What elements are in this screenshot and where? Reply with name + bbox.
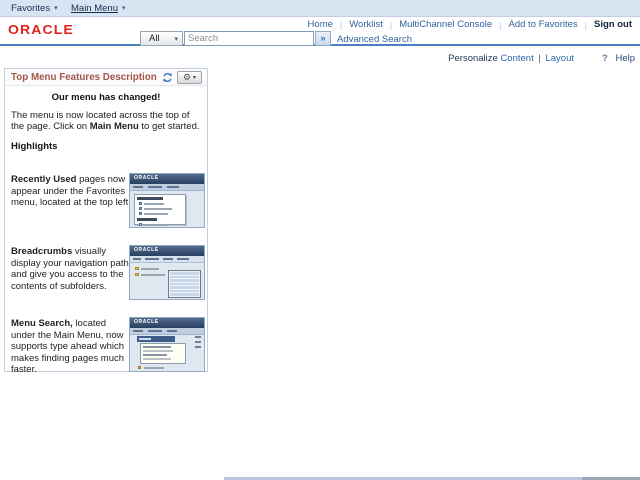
link-separator: | xyxy=(339,19,343,30)
worklist-link[interactable]: Worklist xyxy=(349,19,383,30)
add-to-favorites-link[interactable]: Add to Favorites xyxy=(508,19,577,30)
help-link[interactable]: Help xyxy=(615,53,635,64)
search-bar: All ▾ » Advanced Search xyxy=(0,31,640,46)
feature-recently-used-text: Recently Used pages now appear under the… xyxy=(11,174,131,209)
trademark-mark: ` xyxy=(73,24,77,31)
highlights-heading: Highlights xyxy=(11,141,58,152)
favorites-menu-label: Favorites xyxy=(11,3,51,14)
separator: | xyxy=(538,53,541,64)
thumb-oracle-header: ORACLE xyxy=(130,174,204,184)
chevron-down-icon: ▾ xyxy=(122,5,126,12)
thumb-menubar xyxy=(130,184,204,191)
feature-thumbnail-recently-used: ORACLE xyxy=(129,173,205,228)
top-menu-features-pagelet: Top Menu Features Description ⚙ ▾ Our me… xyxy=(4,68,208,375)
feature-bold: Menu Search, xyxy=(11,318,73,329)
pagelet-title: Top Menu Features Description xyxy=(11,71,157,83)
thumb-search-highlight xyxy=(137,336,175,342)
sign-out-link[interactable]: Sign out xyxy=(594,19,632,30)
chevron-down-icon: ▾ xyxy=(54,5,58,12)
help-icon[interactable]: ? xyxy=(602,53,608,64)
home-link[interactable]: Home xyxy=(308,19,333,30)
top-menu-bar: Favorites ▾ Main Menu ▾ xyxy=(0,0,640,17)
search-scope-dropdown[interactable]: All ▾ xyxy=(140,31,183,46)
refresh-icon[interactable] xyxy=(162,72,173,83)
menu-changed-headline: Our menu has changed! xyxy=(51,92,161,103)
intro-paragraph: The menu is now located across the top o… xyxy=(11,110,202,132)
feature-bold: Recently Used xyxy=(11,174,77,185)
personalize-group: Personalize Content | Layout xyxy=(448,53,574,64)
main-menu[interactable]: Main Menu ▾ xyxy=(71,3,126,14)
multichannel-console-link[interactable]: MultiChannel Console xyxy=(399,19,492,30)
thumb-folder-list xyxy=(135,267,165,279)
link-separator: | xyxy=(584,19,587,30)
thumb-oracle-header: ORACLE xyxy=(130,318,204,328)
search-input[interactable] xyxy=(184,31,314,46)
peoplesoft-home-page: Favorites ▾ Main Menu ▾ ORACLE` Home | Wor… xyxy=(0,0,640,480)
chevron-down-icon: ▾ xyxy=(193,74,197,81)
feature-breadcrumbs-text: Breadcrumbs visually display your naviga… xyxy=(11,246,131,292)
chevron-down-icon: ▾ xyxy=(174,35,178,43)
thumb-submenu-panel xyxy=(168,270,201,298)
personalize-label: Personalize xyxy=(448,53,498,64)
thumb-right-column xyxy=(195,336,201,351)
header-links: Home | Worklist | MultiChannel Console |… xyxy=(308,19,632,30)
thumb-favorites-dropdown xyxy=(134,194,186,226)
personalize-bar: Personalize Content | Layout ? Help xyxy=(0,53,640,65)
feature-menu-search-text: Menu Search, located under the Main Menu… xyxy=(11,318,131,376)
branding-header: ORACLE` Home | Worklist | MultiChannel C… xyxy=(0,17,640,46)
personalize-content-link[interactable]: Content xyxy=(500,53,533,64)
favorites-menu[interactable]: Favorites ▾ xyxy=(11,3,58,14)
main-menu-label: Main Menu xyxy=(71,3,118,14)
personalize-layout-link[interactable]: Layout xyxy=(545,53,574,64)
thumb-typeahead-box xyxy=(140,343,186,364)
search-scope-value: All xyxy=(149,33,160,44)
search-go-button[interactable]: » xyxy=(315,31,331,46)
thumb-menubar xyxy=(130,328,204,335)
pagelet-header: Top Menu Features Description ⚙ ▾ xyxy=(5,69,207,86)
intro-main-menu-bold: Main Menu xyxy=(89,121,139,132)
feature-bold: Breadcrumbs xyxy=(11,246,73,257)
thumb-menu-items xyxy=(138,366,164,369)
thumb-oracle-header: ORACLE xyxy=(130,246,204,256)
thumb-breadcrumb-bar xyxy=(130,256,204,263)
link-separator: | xyxy=(499,19,502,30)
gear-icon: ⚙ xyxy=(182,72,192,82)
pagelet-body: Our menu has changed! The menu is now lo… xyxy=(5,87,207,375)
advanced-search-link[interactable]: Advanced Search xyxy=(337,34,412,45)
pagelet-options-button[interactable]: ⚙ ▾ xyxy=(177,71,202,84)
intro-text-end: to get started. xyxy=(138,121,200,132)
feature-thumbnail-menu-search: ORACLE xyxy=(129,317,205,372)
feature-thumbnail-breadcrumbs: ORACLE xyxy=(129,245,205,300)
link-separator: | xyxy=(389,19,393,30)
help-group: ? Help xyxy=(602,53,635,64)
